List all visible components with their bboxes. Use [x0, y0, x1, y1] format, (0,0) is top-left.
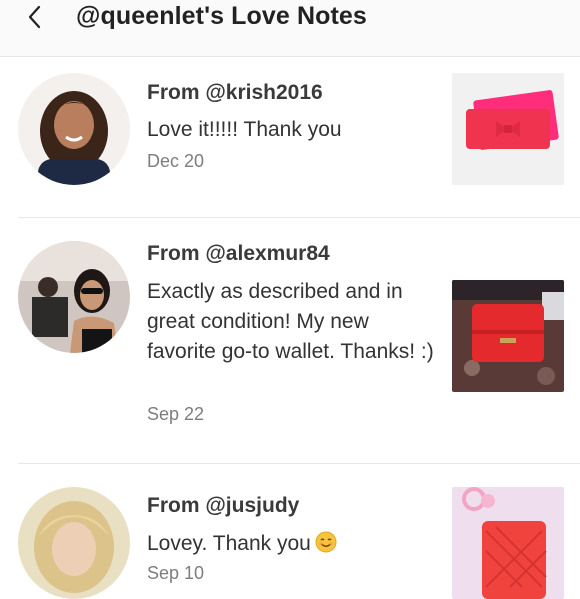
note-message: Lovey. Thank you [147, 529, 447, 559]
item-thumbnail[interactable] [452, 487, 564, 599]
smiling-face-emoji [315, 531, 337, 553]
item-thumbnail[interactable] [452, 280, 564, 392]
note-message: Exactly as described and in great condit… [147, 280, 434, 363]
chevron-left-icon [28, 5, 41, 29]
page-title: @queenlet's Love Notes [76, 2, 367, 30]
item-thumbnail[interactable] [452, 73, 564, 185]
note-sender[interactable]: From @jusjudy [147, 494, 299, 518]
avatar[interactable] [18, 487, 130, 599]
note-date: Dec 20 [147, 151, 205, 171]
divider [18, 217, 580, 218]
avatar[interactable] [18, 241, 130, 353]
back-button[interactable] [20, 2, 50, 32]
note-date: Sep 10 [147, 563, 205, 583]
top-bar: @queenlet's Love Notes [0, 0, 580, 57]
note-message-text: Lovey. Thank you [147, 532, 311, 555]
note-date: Sep 22 [147, 404, 205, 424]
note-message: Love it!!!!! Thank you [147, 118, 342, 141]
divider [18, 463, 580, 464]
note-sender[interactable]: From @krish2016 [147, 81, 323, 105]
note-sender[interactable]: From @alexmur84 [147, 242, 330, 266]
avatar[interactable] [18, 73, 130, 185]
